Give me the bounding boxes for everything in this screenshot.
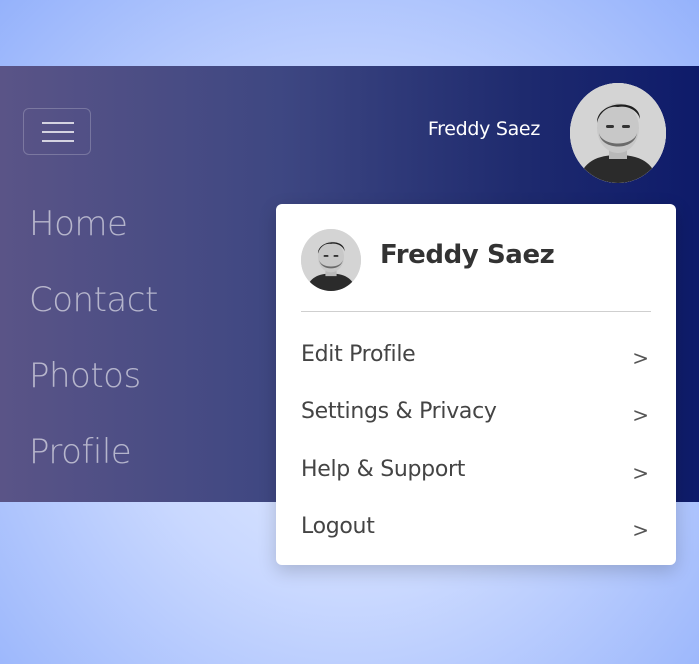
hamburger-menu-icon [42,140,74,142]
nav-link-contact[interactable]: Contact [29,278,158,354]
hamburger-menu-icon [42,131,74,133]
dropdown-user-avatar [301,229,361,291]
chevron-right-icon: > [632,461,649,485]
nav-link-profile[interactable]: Profile [29,430,158,506]
menu-item-label: Edit Profile [301,342,416,367]
user-avatar-photo [570,83,666,183]
nav-link-photos[interactable]: Photos [29,354,158,430]
dropdown-divider [301,311,651,312]
hamburger-menu-button[interactable] [23,108,91,155]
user-name-link[interactable]: Freddy Saez [428,118,540,140]
chevron-right-icon: > [632,346,649,370]
nav-link-home[interactable]: Home [29,202,158,278]
menu-item-edit-profile[interactable]: Edit Profile > [301,334,651,378]
chevron-right-icon: > [632,403,649,427]
user-avatar[interactable] [570,83,666,183]
hamburger-menu-icon [42,122,74,124]
nav-links: Home Contact Photos Profile [29,202,158,506]
menu-item-label: Logout [301,514,375,539]
menu-item-label: Help & Support [301,457,466,482]
chevron-right-icon: > [632,518,649,542]
user-dropdown-menu: Freddy Saez Edit Profile > Settings & Pr… [276,204,676,565]
user-avatar-photo [301,229,361,291]
dropdown-user-name: Freddy Saez [380,240,555,270]
menu-item-help-support[interactable]: Help & Support > [301,449,651,493]
menu-item-logout[interactable]: Logout > [301,506,651,550]
menu-item-settings-privacy[interactable]: Settings & Privacy > [301,391,651,435]
menu-item-label: Settings & Privacy [301,399,497,424]
